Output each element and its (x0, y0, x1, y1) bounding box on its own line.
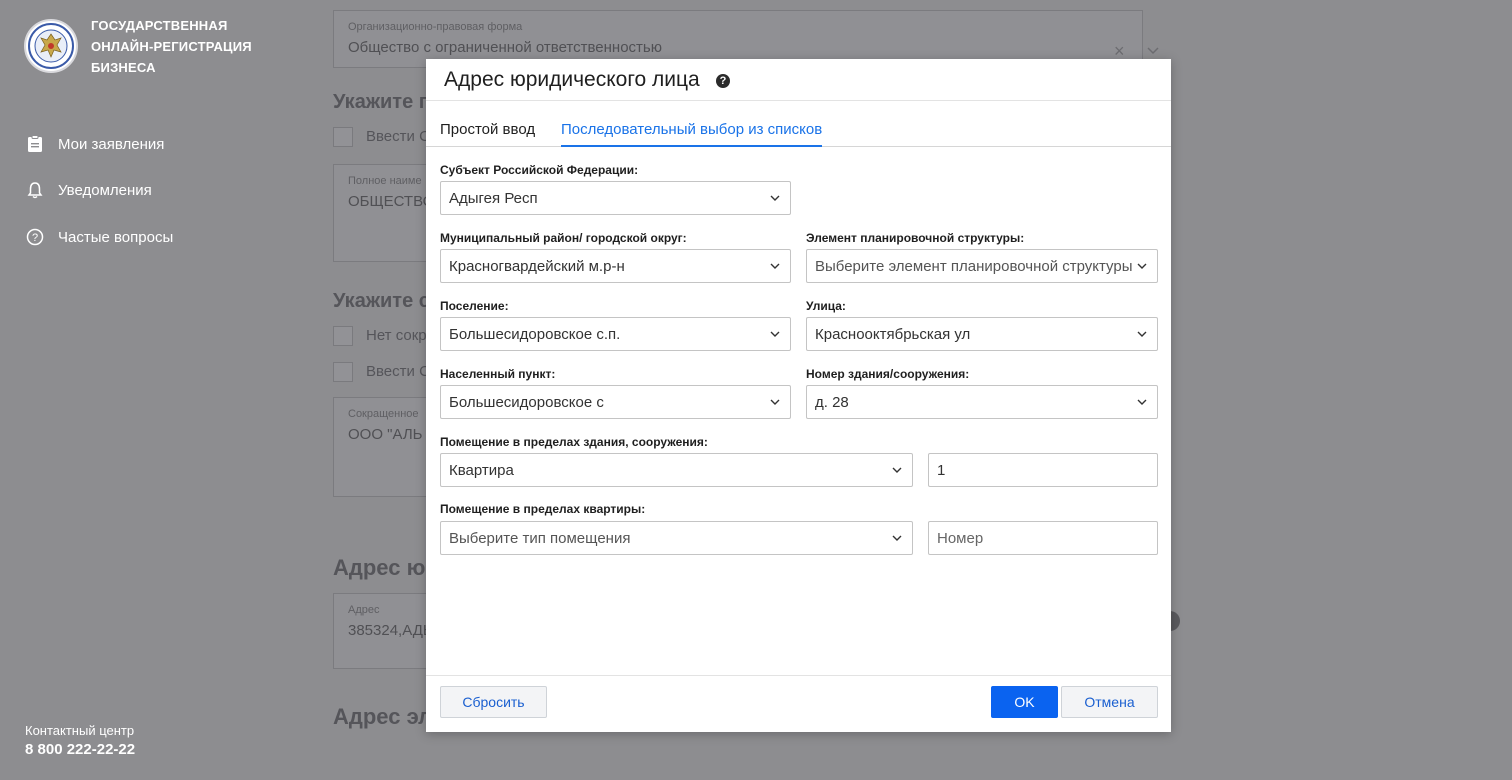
contact-center: Контактный центр 8 800 222-22-22 (25, 723, 135, 758)
sidebar: ГОСУДАРСТВЕННАЯ ОНЛАЙН-РЕГИСТРАЦИЯ БИЗНЕ… (0, 0, 268, 780)
brand-title: ГОСУДАРСТВЕННАЯ ОНЛАЙН-РЕГИСТРАЦИЯ БИЗНЕ… (91, 15, 261, 78)
chevron-down-icon[interactable] (1146, 43, 1160, 57)
chevron-down-icon (892, 535, 902, 541)
chevron-down-icon (770, 399, 780, 405)
chevron-down-icon (1137, 399, 1147, 405)
municipal-select[interactable]: Красногвардейский м.р-н (440, 249, 791, 283)
field-label: Адрес (348, 604, 380, 616)
flat-room-number-input[interactable]: Номер (928, 521, 1158, 555)
municipal-label: Муниципальный район/ городской округ: (440, 231, 687, 245)
street-select[interactable]: Краснооктябрьская ул (806, 317, 1158, 351)
select-value: Квартира (449, 462, 514, 479)
settlement-select[interactable]: Большесидоровское с.п. (440, 317, 791, 351)
room-in-flat-label: Помещение в пределах квартиры: (440, 502, 646, 516)
room-in-building-label: Помещение в пределах здания, сооружения: (440, 435, 708, 449)
sidebar-item-label: Уведомления (58, 181, 152, 199)
tab-sequential-select[interactable]: Последовательный выбор из списков (561, 121, 823, 147)
settlement-label: Поселение: (440, 299, 509, 313)
input-value: 1 (937, 462, 946, 479)
street-label: Улица: (806, 299, 846, 313)
chevron-down-icon (770, 263, 780, 269)
select-value: Красногвардейский м.р-н (449, 258, 625, 275)
locality-select[interactable]: Большесидоровское с (440, 385, 791, 419)
select-placeholder: Выберите элемент планировочной структуры (815, 258, 1133, 275)
address-modal: Адрес юридического лица ? Простой ввод П… (426, 59, 1171, 732)
input-placeholder: Номер (937, 530, 984, 547)
field-value: 385324,АДЫ (348, 622, 437, 639)
chevron-down-icon (1137, 263, 1147, 269)
select-placeholder: Выберите тип помещения (449, 530, 631, 547)
subject-label: Субъект Российской Федерации: (440, 163, 639, 177)
select-value: д. 28 (815, 394, 849, 411)
sidebar-item-label: Частые вопросы (58, 228, 174, 246)
checkbox[interactable] (333, 127, 353, 147)
contact-phone[interactable]: 8 800 222-22-22 (25, 741, 135, 758)
field-label: Сокращенное (348, 408, 419, 420)
section-title: Адрес ю (333, 555, 426, 580)
planning-select[interactable]: Выберите элемент планировочной структуры (806, 249, 1158, 283)
checkbox[interactable] (333, 326, 353, 346)
checkbox[interactable] (333, 362, 353, 382)
flat-room-type-select[interactable]: Выберите тип помещения (440, 521, 913, 555)
select-value: Адыгея Респ (449, 190, 538, 207)
eagle-emblem-icon (28, 23, 74, 69)
chevron-down-icon (770, 331, 780, 337)
tab-bar: Простой ввод Последовательный выбор из с… (426, 121, 1171, 147)
tab-simple-input[interactable]: Простой ввод (440, 121, 535, 147)
select-value: Большесидоровское с.п. (449, 326, 621, 343)
bell-icon (26, 181, 44, 199)
sidebar-item-faq[interactable]: ? Частые вопросы (26, 228, 173, 246)
checkbox-label: Нет сокр (366, 327, 427, 344)
contact-label: Контактный центр (25, 723, 135, 738)
checkbox-label: Ввести С (366, 363, 430, 380)
section-title: Укажите с (333, 290, 430, 312)
field-value: Общество с ограниченной ответственностью (348, 39, 662, 56)
planning-label: Элемент планировочной структуры: (806, 231, 1025, 245)
modal-header: Адрес юридического лица ? (426, 59, 1171, 101)
sidebar-item-label: Мои заявления (58, 135, 165, 153)
field-value: ОБЩЕСТВО (348, 193, 435, 210)
cancel-button[interactable]: Отмена (1061, 686, 1158, 718)
chevron-down-icon (770, 195, 780, 201)
field-label: Организационно-правовая форма (348, 21, 523, 33)
subject-select[interactable]: Адыгея Респ (440, 181, 791, 215)
brand-line: ГОСУДАРСТВЕННАЯ (91, 18, 228, 33)
room-type-select[interactable]: Квартира (440, 453, 913, 487)
svg-text:?: ? (32, 232, 38, 244)
emblem-logo[interactable] (24, 19, 78, 73)
clipboard-icon (26, 135, 44, 153)
section-title: Адрес эл (333, 704, 433, 729)
checkbox-label: Ввести С (366, 128, 430, 145)
sidebar-item-notifications[interactable]: Уведомления (26, 181, 152, 199)
chevron-down-icon (892, 467, 902, 473)
select-value: Краснооктябрьская ул (815, 326, 971, 343)
select-value: Большесидоровское с (449, 394, 604, 411)
building-select[interactable]: д. 28 (806, 385, 1158, 419)
section-title: Укажите п (333, 91, 431, 113)
locality-label: Населенный пункт: (440, 367, 556, 381)
sidebar-item-applications[interactable]: Мои заявления (26, 135, 164, 153)
room-number-input[interactable]: 1 (928, 453, 1158, 487)
field-value: ООО "АЛЬ (348, 426, 423, 443)
brand-line: БИЗНЕСА (91, 60, 156, 75)
help-icon[interactable]: ? (716, 74, 730, 88)
ok-button[interactable]: OK (991, 686, 1058, 718)
modal-title: Адрес юридического лица (444, 68, 700, 91)
building-label: Номер здания/сооружения: (806, 367, 970, 381)
field-label: Полное наиме (348, 175, 422, 187)
brand-line: ОНЛАЙН-РЕГИСТРАЦИЯ (91, 39, 252, 54)
chevron-down-icon (1137, 331, 1147, 337)
modal-footer: Сбросить OK Отмена (426, 675, 1171, 732)
question-circle-icon: ? (26, 228, 44, 246)
reset-button[interactable]: Сбросить (440, 686, 547, 718)
